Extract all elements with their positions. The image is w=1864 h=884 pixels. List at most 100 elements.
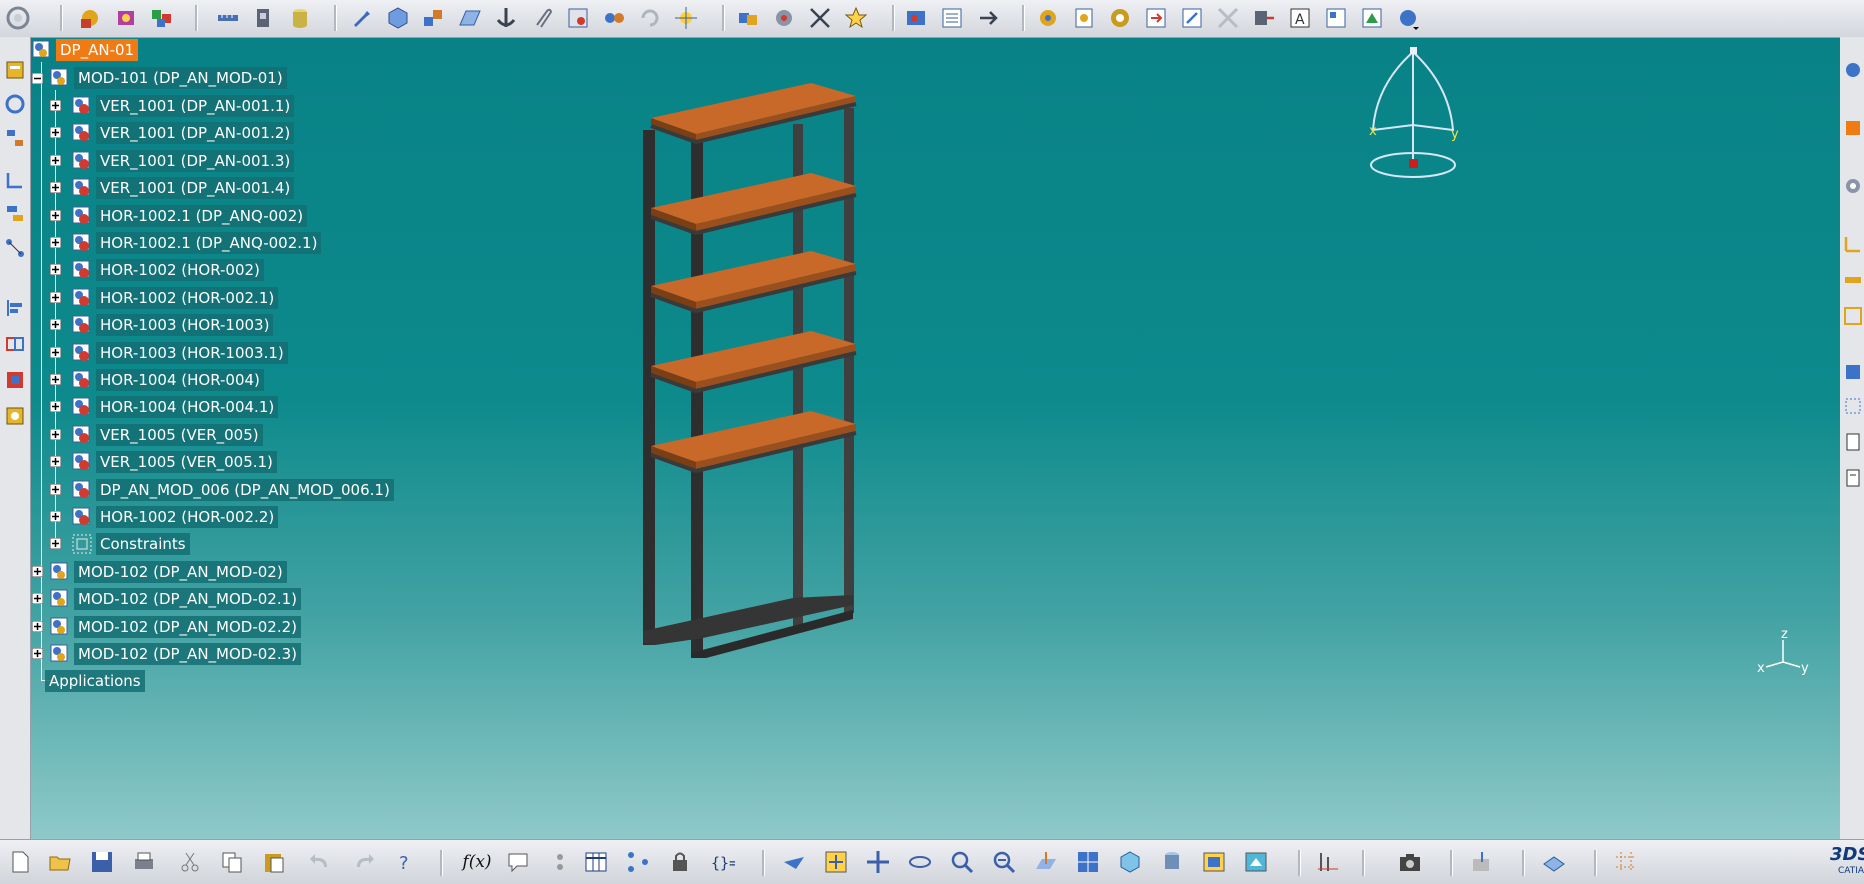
sectioning-icon[interactable] [770,4,798,32]
link-icon[interactable] [1178,4,1206,32]
expand-icon[interactable] [50,264,61,276]
tree-child-row[interactable]: HOR-1002 (HOR-002.2) [31,505,279,529]
comment-icon[interactable] [504,848,532,876]
replace-icon[interactable] [1250,4,1278,32]
tree-child-label[interactable]: HOR-1002 (HOR-002.1) [96,286,279,309]
expand-icon[interactable] [50,511,61,522]
multi-view-icon[interactable] [1074,848,1102,876]
tree-sibling-label[interactable]: MOD-102 (DP_AN_MOD-02.2) [74,615,302,638]
table-icon[interactable] [582,848,610,876]
tree-child-label[interactable]: HOR-1002 (HOR-002.2) [96,506,279,528]
camera-icon[interactable] [1396,848,1424,876]
sensor-icon[interactable] [546,848,574,876]
tree-child-row[interactable]: VER_1001 (DP_AN-001.2) [31,121,295,145]
layer-icon[interactable] [1540,848,1568,876]
tree-child-label[interactable]: HOR-1002.1 (DP_ANQ-002) [96,204,308,227]
3d-viewport[interactable]: DP_AN-01 MOD-101 (DP_AN_MOD-01) VER_1001… [31,38,1840,839]
component-icon[interactable] [2,367,28,393]
tree-child-row[interactable]: HOR-1002.1 (DP_ANQ-002.1) [31,231,322,255]
explode-icon[interactable] [672,4,700,32]
tree-child-label[interactable]: HOR-1004 (HOR-004) [96,369,264,391]
fit-all-icon[interactable] [822,848,850,876]
tree-child-label[interactable]: HOR-1003 (HOR-1003) [96,314,274,337]
iso-view-icon[interactable] [1116,848,1144,876]
tree-child-row[interactable]: Constraints [31,532,190,556]
measure-icon[interactable] [214,4,242,32]
view-icon[interactable] [1358,4,1386,32]
tree-child-label[interactable]: VER_1001 (DP_AN-001.4) [96,177,295,200]
knowledge-icon[interactable]: {}= [708,848,736,876]
tree-child-row[interactable]: HOR-1002 (HOR-002) [31,258,264,282]
tree-sibling-label[interactable]: MOD-102 (DP_AN_MOD-02.3) [74,643,302,666]
expand-icon[interactable] [32,620,43,632]
tree-module-label[interactable]: MOD-101 (DP_AN_MOD-01) [74,67,287,89]
tree-child-row[interactable]: VER_1005 (VER_005.1) [31,450,277,474]
update-icon[interactable] [636,4,664,32]
fly-mode-icon[interactable] [780,848,808,876]
hide-show-icon[interactable] [1200,848,1228,876]
network-icon[interactable] [2,235,28,261]
expand-icon[interactable] [50,428,61,440]
clash-icon[interactable] [734,4,762,32]
tree-child-label[interactable]: VER_1001 (DP_AN-001.3) [96,149,295,172]
save-icon[interactable] [88,848,116,876]
expand-icon[interactable] [32,648,43,660]
shelf-3d-model[interactable] [631,78,891,658]
tree-root-row[interactable]: DP_AN-01 [31,38,139,62]
tree-applications-label[interactable]: Applications [45,670,145,692]
tree-sibling-label[interactable]: MOD-102 (DP_AN_MOD-02) [74,561,287,583]
gear-settings-icon[interactable] [1106,4,1134,32]
text-annotation-icon[interactable]: A [1286,4,1314,32]
constraint-icon[interactable] [600,4,628,32]
expand-icon[interactable] [50,237,61,248]
tree-child-label[interactable]: VER_1001 (DP_AN-001.2) [96,122,295,145]
sketch-icon[interactable] [1840,57,1864,83]
tree-child-label[interactable]: VER_1005 (VER_005.1) [96,451,277,474]
catia-compass-menu-icon[interactable] [4,4,32,32]
tree-child-row[interactable]: HOR-1002 (HOR-002.1) [31,286,279,310]
catalog-export-icon[interactable] [1468,848,1496,876]
align-icon[interactable] [2,295,28,321]
tree-child-row[interactable]: HOR-1003 (HOR-1003.1) [31,341,288,365]
expand-icon[interactable] [50,291,61,303]
paste-icon[interactable] [260,848,288,876]
catalog-icon[interactable] [1034,4,1062,32]
zoom-out-icon[interactable] [990,848,1018,876]
more-tools-icon[interactable] [1394,4,1422,32]
anchor-icon[interactable] [492,4,520,32]
new-document-icon[interactable] [6,848,34,876]
tree-child-row[interactable]: VER_1001 (DP_AN-001.1) [31,94,295,118]
tree-child-row[interactable]: VER_1001 (DP_AN-001.4) [31,176,295,200]
expand-icon[interactable] [50,401,61,413]
tree-child-label[interactable]: DP_AN_MOD_006 (DP_AN_MOD_006.1) [96,478,394,501]
expand-icon[interactable] [32,566,43,577]
rotate-icon[interactable] [906,848,934,876]
page-stack-icon[interactable] [1840,465,1864,491]
tree-child-row[interactable]: HOR-1004 (HOR-004.1) [31,395,279,419]
tree-sibling-row[interactable]: MOD-102 (DP_AN_MOD-02.1) [31,587,302,611]
plane-orange-icon[interactable] [1840,115,1864,141]
page-icon[interactable] [1840,429,1864,455]
help-icon[interactable]: ? [392,848,420,876]
tree-module-row[interactable]: MOD-101 (DP_AN_MOD-01) [31,66,287,90]
collapse-icon[interactable] [32,73,43,84]
expand-icon[interactable] [50,456,61,468]
tree-sibling-row[interactable]: MOD-102 (DP_AN_MOD-02.3) [31,642,302,666]
flow-icon[interactable] [2,167,28,193]
compass-widget[interactable]: x y [1361,40,1471,185]
product-gear-icon[interactable] [76,4,104,32]
plane-icon[interactable] [456,4,484,32]
assembly-tree-icon[interactable] [2,57,28,83]
open-folder-icon[interactable] [46,848,74,876]
stack-icon[interactable] [2,201,28,227]
wrench-icon[interactable] [348,4,376,32]
hierarchy-icon[interactable] [2,125,28,151]
expand-icon[interactable] [50,483,61,495]
lock-icon[interactable] [666,848,694,876]
tree-root-label[interactable]: DP_AN-01 [56,39,139,61]
tree-applications-row[interactable]: Applications [45,669,145,693]
tree-child-label[interactable]: VER_1005 (VER_005) [96,423,263,446]
snap-icon[interactable] [564,4,592,32]
tree-child-label[interactable]: HOR-1002.1 (DP_ANQ-002.1) [96,232,322,254]
catalog-browser-icon[interactable] [2,403,28,429]
